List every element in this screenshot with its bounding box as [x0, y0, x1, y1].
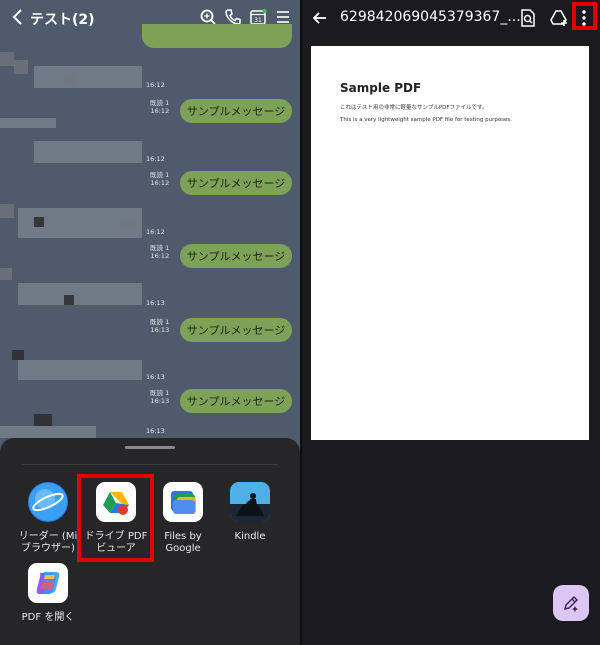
pen-sparkle-icon [563, 595, 579, 612]
edit-fab[interactable] [553, 585, 589, 621]
blurred-message [18, 360, 142, 380]
chat-title: テスト(2) [30, 12, 95, 28]
read-receipt: 既読 1 [150, 318, 170, 326]
pdf-viewer-screen: 629842069045379367_... Sample PDF これはテスト… [302, 0, 600, 645]
app-label: Kindle [234, 531, 266, 542]
message-time: 16:13 [150, 397, 170, 405]
blurred-message [34, 141, 142, 163]
mosaic-block [0, 268, 12, 280]
pdf-page[interactable]: Sample PDF これはテスト用の非常に軽量なサンプルPDFファイルです。 … [311, 46, 589, 440]
message-time: 16:13 [150, 326, 170, 334]
svg-text:31: 31 [254, 17, 262, 24]
mosaic-block [64, 74, 76, 86]
app-option-files-by-google[interactable]: Files by Google [148, 482, 218, 555]
viewer-header: 629842069045379367_... [302, 0, 600, 36]
message-meta: 既読 1 16:12 [150, 171, 169, 187]
app-label: Files by Google [164, 531, 202, 554]
back-icon[interactable] [10, 8, 26, 26]
read-receipt: 既読 1 [150, 171, 170, 179]
message-time: 16:12 [150, 107, 170, 115]
read-receipt: 既読 1 [150, 244, 170, 252]
document-line-ja: これはテスト用の非常に軽量なサンプルPDFファイルです。 [340, 105, 488, 111]
message-time: 16:13 [146, 373, 165, 381]
app-label: リーダー (Mi ブラウザー) [18, 531, 78, 554]
message-bubble[interactable]: サンプルメッセージ [180, 389, 292, 413]
message-meta: 既読 1 16:13 [150, 318, 169, 334]
mosaic-block [0, 52, 14, 66]
blurred-message [34, 66, 142, 88]
app-option-kindle[interactable]: Kindle [215, 482, 285, 543]
document-heading: Sample PDF [340, 81, 422, 95]
highlight-box [572, 2, 597, 30]
app-label: PDF を開く [21, 612, 75, 623]
mosaic-block [34, 414, 52, 426]
read-receipt: 既読 1 [150, 99, 170, 107]
chat-screen: テスト(2) 31 16:12 16:12 16:12 16:13 16:13 … [0, 0, 300, 645]
message-bubble[interactable]: サンプルメッセージ [180, 171, 292, 195]
highlight-box [77, 474, 154, 562]
app-option-mi-browser[interactable]: リーダー (Mi ブラウザー) [13, 482, 83, 555]
message-bubble[interactable]: サンプルメッセージ [180, 318, 292, 342]
kindle-icon [230, 482, 270, 522]
document-line-en: This is a very lightweight sample PDF fi… [340, 117, 513, 123]
message-time: 16:12 [146, 228, 165, 236]
message-bubble[interactable]: サンプルメッセージ [180, 244, 292, 268]
blurred-message [0, 118, 56, 128]
message-time: 16:12 [146, 81, 165, 89]
sheet-handle[interactable] [125, 446, 175, 449]
mosaic-block [14, 60, 28, 74]
message-time: 16:12 [146, 155, 165, 163]
file-title: 629842069045379367_... [340, 9, 521, 25]
message-time: 16:13 [146, 427, 165, 435]
mosaic-block [118, 219, 140, 229]
mosaic-block [34, 217, 44, 227]
find-in-document-icon[interactable] [520, 9, 536, 27]
copilot-icon [28, 563, 68, 603]
app-option-open-pdf[interactable]: PDF を開く [13, 563, 83, 624]
message-meta: 既読 1 16:12 [150, 244, 169, 260]
message-bubble-partial[interactable] [142, 24, 292, 48]
add-to-drive-icon[interactable] [550, 9, 568, 27]
message-time: 16:12 [150, 179, 170, 187]
message-meta: 既読 1 16:13 [150, 389, 169, 405]
divider [22, 464, 278, 465]
blurred-message [18, 283, 142, 305]
files-icon [163, 482, 203, 522]
message-time: 16:13 [146, 299, 165, 307]
read-receipt: 既読 1 [150, 389, 170, 397]
back-arrow-icon[interactable] [312, 10, 328, 26]
mosaic-block [64, 295, 74, 305]
message-meta: 既読 1 16:12 [150, 99, 169, 115]
message-time: 16:12 [150, 252, 170, 260]
browser-icon [28, 482, 68, 522]
mosaic-block [12, 350, 24, 360]
blurred-message [0, 426, 96, 438]
mosaic-block [0, 204, 14, 218]
message-bubble[interactable]: サンプルメッセージ [180, 99, 292, 123]
